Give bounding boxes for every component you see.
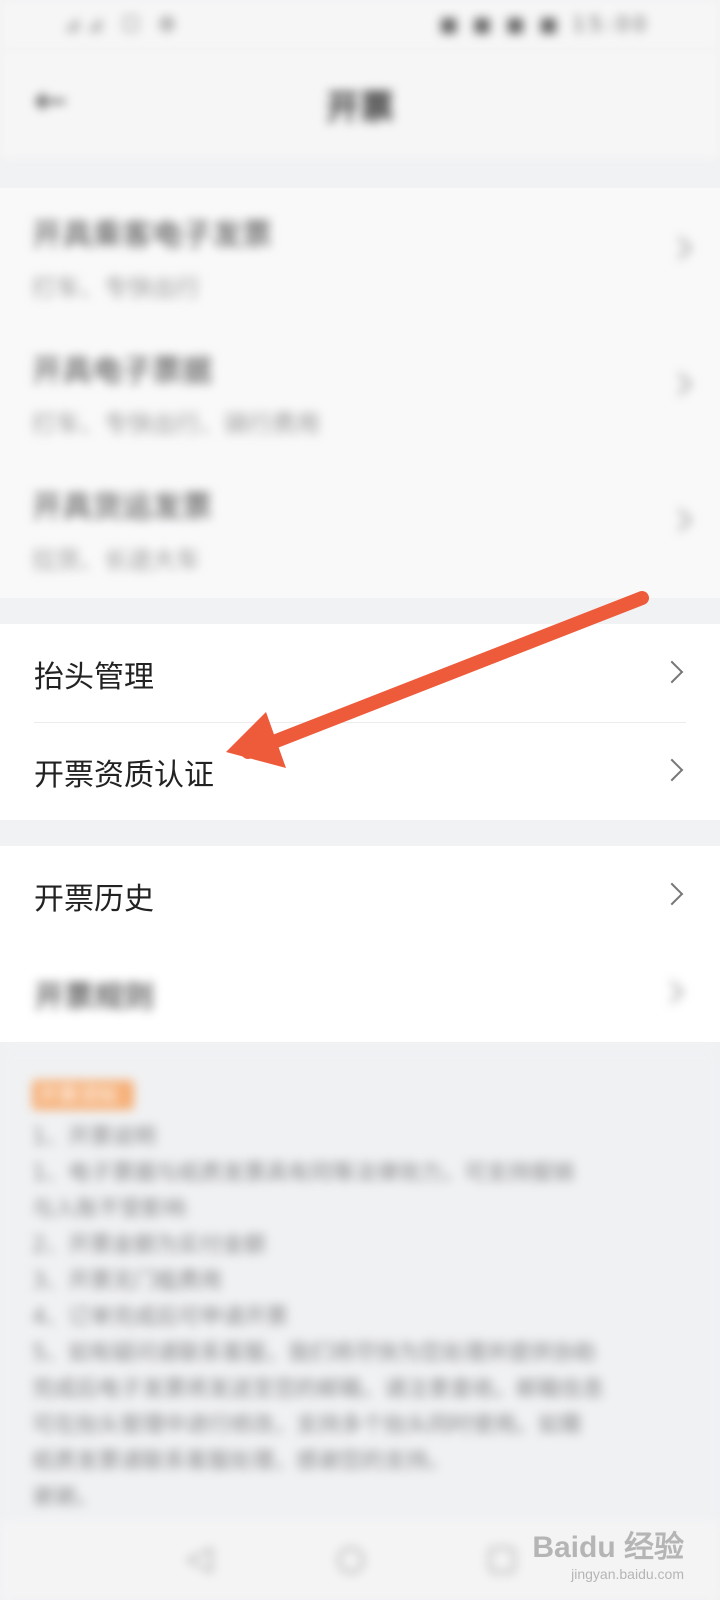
nav-recent-icon[interactable]: ▢	[486, 1538, 518, 1578]
notice-text: 1、开票说明 1、电子票据与纸质发票具有同等法律效力，可支持报销 与入账不受影响…	[32, 1120, 688, 1516]
nav-back-icon[interactable]: ◁	[186, 1538, 212, 1578]
invoice-qualification-label: 开票资质认证	[34, 758, 214, 793]
watermark-url: jingyan.baidu.com	[571, 1566, 684, 1582]
nav-home-icon[interactable]: ○	[336, 1538, 366, 1578]
list-item-title: 开具电子票据	[32, 354, 212, 389]
list-item-passenger-invoice[interactable]: 开具乘客电子发票 打车、专快出行	[32, 210, 688, 303]
notice-line: 3、开票无门槛费用	[32, 1269, 222, 1294]
chevron-right-icon	[660, 758, 684, 782]
invoice-type-list: 开具乘客电子发票 打车、专快出行 开具电子票据 打车、专快出行、骑行费用 开具货…	[0, 188, 720, 598]
notice-line: 1、开票说明	[32, 1125, 156, 1150]
list-item-e-receipt[interactable]: 开具电子票据 打车、专快出行、骑行费用	[32, 346, 688, 439]
invoice-history-item[interactable]: 开票历史	[0, 846, 720, 944]
list-item-subtitle: 拉货、长途大车	[32, 546, 200, 574]
status-bar: ⊿⊿ ☐ ⚙ ■ ■ ■ ■ 15:00	[0, 0, 720, 50]
system-status: ■ ■ ■ ■ 15:00	[439, 12, 650, 36]
invoice-rules-item[interactable]: 开票规则	[0, 944, 720, 1042]
notice-line: 2、开票金额为实付金额	[32, 1233, 266, 1258]
page-title: 开票	[326, 88, 394, 128]
header-management-item[interactable]: 抬头管理	[0, 624, 720, 722]
list-item-subtitle: 打车、专快出行、骑行费用	[32, 410, 320, 438]
chevron-right-icon	[660, 660, 684, 684]
notice-heading: 开票须知	[38, 1083, 118, 1107]
notice-line: 纸质发票请联系客服处理，感谢您的支持。	[32, 1449, 451, 1474]
list-item-freight-invoice[interactable]: 开具货运发票 拉货、长途大车	[32, 482, 688, 575]
invoice-management-list: 抬头管理 开票资质认证	[0, 624, 720, 820]
notice-heading-badge: 开票须知	[32, 1080, 134, 1110]
chevron-right-icon	[660, 882, 684, 906]
watermark-brand: Baidu 经验	[532, 1531, 684, 1564]
notice-line: 4、订单完成后可申请开票	[32, 1305, 288, 1330]
notice-line: 谢谢。	[32, 1485, 99, 1510]
invoice-history-list: 开票历史 开票规则	[0, 846, 720, 1042]
invoice-qualification-item[interactable]: 开票资质认证	[0, 722, 720, 820]
title-bar: ← 开票	[0, 50, 720, 158]
chevron-right-icon	[660, 980, 684, 1004]
invoice-rules-label: 开票规则	[34, 980, 154, 1015]
notice-line: 可在抬头管理中进行修改，支持多个抬头同时使用。如需	[32, 1413, 583, 1438]
list-item-subtitle: 打车、专快出行	[32, 274, 200, 302]
notice-line: 完成后电子发票将发送至您的邮箱，请注意查收。邮箱信息	[32, 1377, 605, 1402]
invoice-notice: 开票须知 1、开票说明 1、电子票据与纸质发票具有同等法律效力，可支持报销 与入…	[0, 1050, 720, 1520]
notice-line: 与入账不受影响	[32, 1197, 187, 1222]
signal-icons: ⊿⊿ ☐ ⚙	[64, 12, 183, 36]
list-item-title: 开具货运发票	[32, 490, 212, 525]
list-item-title: 开具乘客电子发票	[32, 218, 272, 253]
header-management-label: 抬头管理	[34, 660, 154, 695]
notice-line: 5、如有疑问请联系客服，我们将尽快为您处理并提供协助	[32, 1341, 596, 1366]
invoice-history-label: 开票历史	[34, 882, 154, 917]
baidu-watermark: Baidu 经验 jingyan.baidu.com	[532, 1522, 684, 1582]
notice-line: 1、电子票据与纸质发票具有同等法律效力，可支持报销	[32, 1161, 574, 1186]
